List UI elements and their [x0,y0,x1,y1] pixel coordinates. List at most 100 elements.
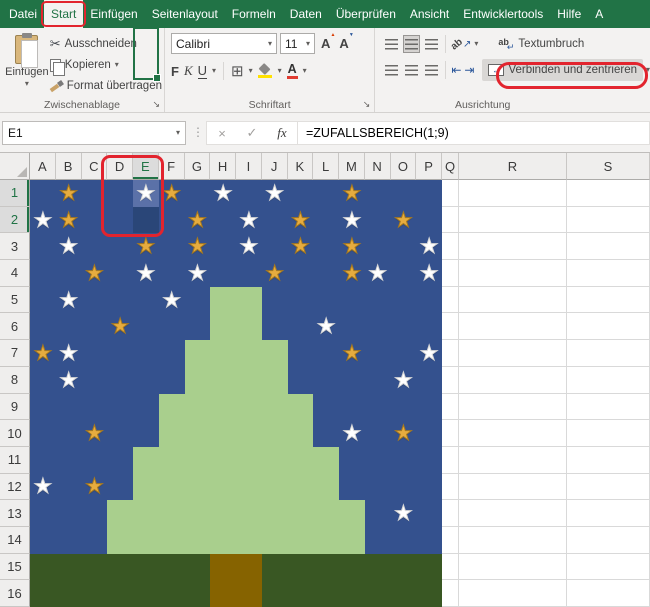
cell-E11[interactable] [133,446,159,474]
cell-P10[interactable] [416,420,442,447]
cell-E4[interactable]: ★ [133,260,159,287]
format-painter-button[interactable]: Format übertragen [50,77,162,95]
cell-N6[interactable] [364,313,391,341]
cell-F12[interactable] [158,473,185,501]
cell-Q1[interactable] [442,180,459,207]
cell-E12[interactable] [133,473,159,501]
row-header-4[interactable]: 4 [0,260,30,287]
column-header-n[interactable]: N [364,153,391,180]
cut-button[interactable]: ✂ Ausschneiden [50,35,162,53]
cell-O12[interactable] [390,473,417,501]
cell-L10[interactable] [313,420,339,447]
cell-J3[interactable] [261,233,288,261]
chevron-down-icon[interactable]: ▾ [278,67,282,75]
cell-K2[interactable]: ★ [287,206,314,234]
cell-K12[interactable] [287,473,314,501]
dialog-launcher-icon[interactable]: ↘ [152,100,160,109]
cell-J6[interactable] [261,313,288,341]
cell-F6[interactable] [158,313,185,341]
cell-B7[interactable]: ★ [55,340,82,367]
cell-K11[interactable] [287,446,314,474]
cell-P4[interactable]: ★ [416,260,442,287]
column-header-m[interactable]: M [339,153,365,180]
cell-A13[interactable] [30,500,56,527]
cell-E1[interactable]: ★ [133,180,159,207]
tab-überprüfen[interactable]: Überprüfen [329,0,403,28]
cell-J16[interactable] [261,580,288,607]
cell-D12[interactable] [107,473,133,501]
enter-check-icon[interactable]: ✓ [237,125,267,141]
cell-D8[interactable] [107,366,133,394]
cell-M15[interactable] [339,553,365,581]
cell-C13[interactable] [81,500,108,527]
cell-G10[interactable] [184,420,211,447]
cell-N5[interactable] [364,286,391,314]
cell-R15[interactable] [459,553,567,581]
cell-F14[interactable] [158,526,185,554]
cell-S15[interactable] [567,553,650,581]
tab-daten[interactable]: Daten [283,0,329,28]
copy-button[interactable]: Kopieren ▾ [49,56,162,76]
tab-seitenlayout[interactable]: Seitenlayout [145,0,225,28]
grow-font-button[interactable]: A ▲ [318,32,335,51]
cell-Q3[interactable] [442,233,459,261]
cell-R6[interactable] [459,313,567,341]
cell-S3[interactable] [567,233,650,261]
cell-H6[interactable] [210,313,236,341]
cell-M3[interactable]: ★ [339,233,365,261]
cell-H8[interactable] [210,366,236,394]
cell-L16[interactable] [313,580,339,607]
italic-button[interactable]: K [184,63,193,79]
cell-F7[interactable] [158,340,185,367]
cell-Q9[interactable] [442,393,459,421]
cell-F4[interactable] [158,260,185,287]
cell-F9[interactable] [158,393,185,421]
tab-entwicklertools[interactable]: Entwicklertools [456,0,550,28]
chevron-down-icon[interactable]: ▾ [212,67,216,75]
bold-button[interactable]: F [171,64,179,79]
cell-R8[interactable] [459,366,567,394]
row-header-9[interactable]: 9 [0,393,30,421]
cell-J12[interactable] [261,473,288,501]
cell-R14[interactable] [459,526,567,554]
cell-P16[interactable] [416,580,442,607]
cell-Q10[interactable] [442,420,459,447]
cell-E3[interactable]: ★ [133,233,159,261]
cell-J10[interactable] [261,420,288,447]
cell-G12[interactable] [184,473,211,501]
cell-C8[interactable] [81,366,108,394]
cell-F5[interactable]: ★ [158,286,185,314]
column-header-b[interactable]: B [55,153,82,180]
cell-H7[interactable] [210,340,236,367]
cell-B14[interactable] [55,526,82,554]
cell-L1[interactable] [313,180,339,207]
cell-Q11[interactable] [442,446,459,474]
cell-D5[interactable] [107,286,133,314]
cell-A16[interactable] [30,580,56,607]
cell-A7[interactable]: ★ [30,340,56,367]
cell-I10[interactable] [236,420,262,447]
cell-D4[interactable] [107,260,133,287]
row-header-11[interactable]: 11 [0,446,30,474]
cell-Q14[interactable] [442,526,459,554]
decrease-indent-button[interactable]: ⇤ [451,63,461,77]
cell-N11[interactable] [364,446,391,474]
cell-D1[interactable] [107,180,133,207]
cell-M16[interactable] [339,580,365,607]
row-header-12[interactable]: 12 [0,473,30,501]
cell-L9[interactable] [313,393,339,421]
cell-B12[interactable] [55,473,82,501]
cell-R5[interactable] [459,286,567,314]
cell-L14[interactable] [313,526,339,554]
cell-G8[interactable] [184,366,211,394]
cell-R10[interactable] [459,420,567,447]
cell-M13[interactable] [339,500,365,527]
cell-I4[interactable] [236,260,262,287]
cell-I7[interactable] [236,340,262,367]
cell-G1[interactable] [184,180,211,207]
cell-K5[interactable] [287,286,314,314]
cell-D3[interactable] [107,233,133,261]
tab-a[interactable]: A [588,0,610,28]
cell-M8[interactable] [339,366,365,394]
cell-C16[interactable] [81,580,108,607]
